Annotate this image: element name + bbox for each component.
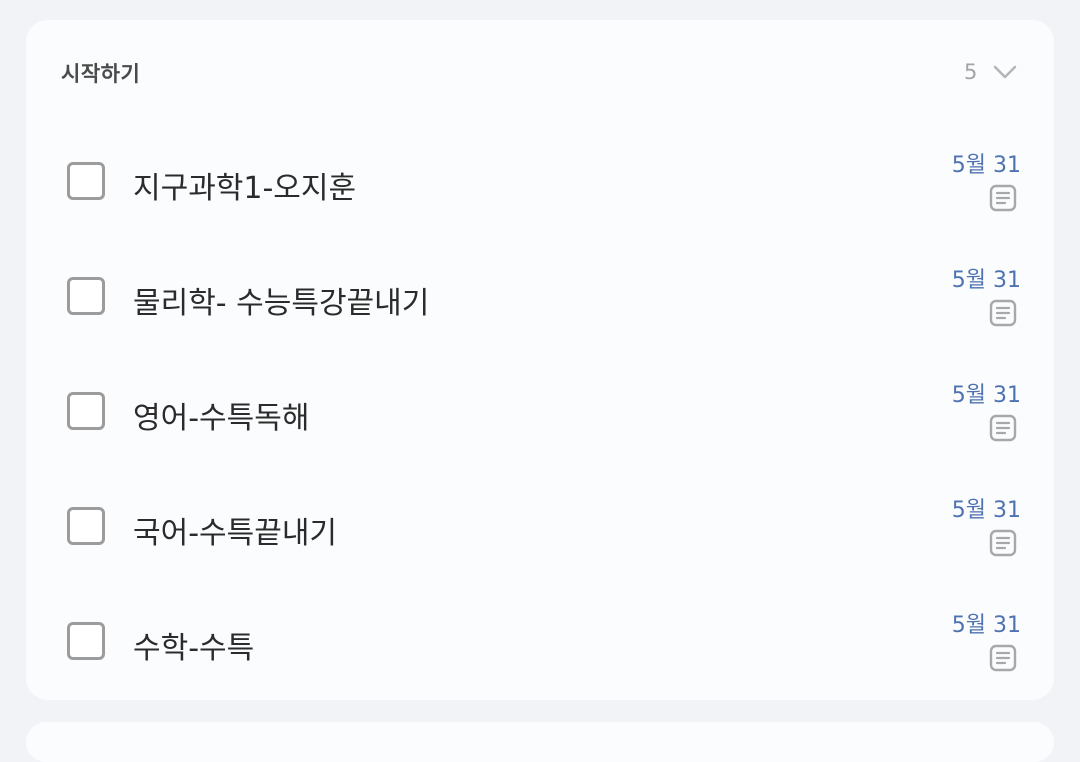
task-title: 지구과학1-오지훈: [133, 171, 357, 206]
task-due-date: 5월 31: [951, 268, 1021, 293]
task-due-date: 5월 31: [951, 498, 1021, 523]
note-icon: [989, 299, 1017, 327]
task-checkbox[interactable]: [67, 162, 105, 200]
task-row[interactable]: 영어-수특독해 5월 31: [26, 365, 1054, 480]
task-due-date: 5월 31: [951, 383, 1021, 408]
task-row[interactable]: 지구과학1-오지훈 5월 31: [26, 135, 1054, 250]
task-row[interactable]: 수학-수특 5월 31: [26, 595, 1054, 710]
task-title: 수학-수특: [133, 631, 255, 666]
task-row[interactable]: 물리학- 수능특강끝내기 5월 31: [26, 250, 1054, 365]
note-icon: [989, 414, 1017, 442]
note-icon: [989, 644, 1017, 672]
chevron-down-icon[interactable]: [992, 62, 1018, 82]
task-checkbox[interactable]: [67, 392, 105, 430]
task-due-date: 5월 31: [951, 153, 1021, 178]
task-row[interactable]: 국어-수특끝내기 5월 31: [26, 480, 1054, 595]
task-checkbox[interactable]: [67, 622, 105, 660]
note-icon: [989, 529, 1017, 557]
task-checkbox[interactable]: [67, 277, 105, 315]
next-section-card: [26, 722, 1054, 762]
task-due-date: 5월 31: [951, 613, 1021, 638]
task-title: 국어-수특끝내기: [133, 516, 338, 551]
section-title: 시작하기: [61, 62, 141, 86]
section-header[interactable]: 시작하기 5: [26, 20, 1054, 130]
task-checkbox[interactable]: [67, 507, 105, 545]
note-icon: [989, 184, 1017, 212]
task-title: 물리학- 수능특강끝내기: [133, 286, 430, 321]
task-title: 영어-수특독해: [133, 401, 310, 436]
section-count: 5: [964, 60, 978, 84]
task-section-card: 시작하기 5 지구과학1-오지훈 5월 31 물리학- 수능특강끝내기 5월 3…: [26, 20, 1054, 700]
